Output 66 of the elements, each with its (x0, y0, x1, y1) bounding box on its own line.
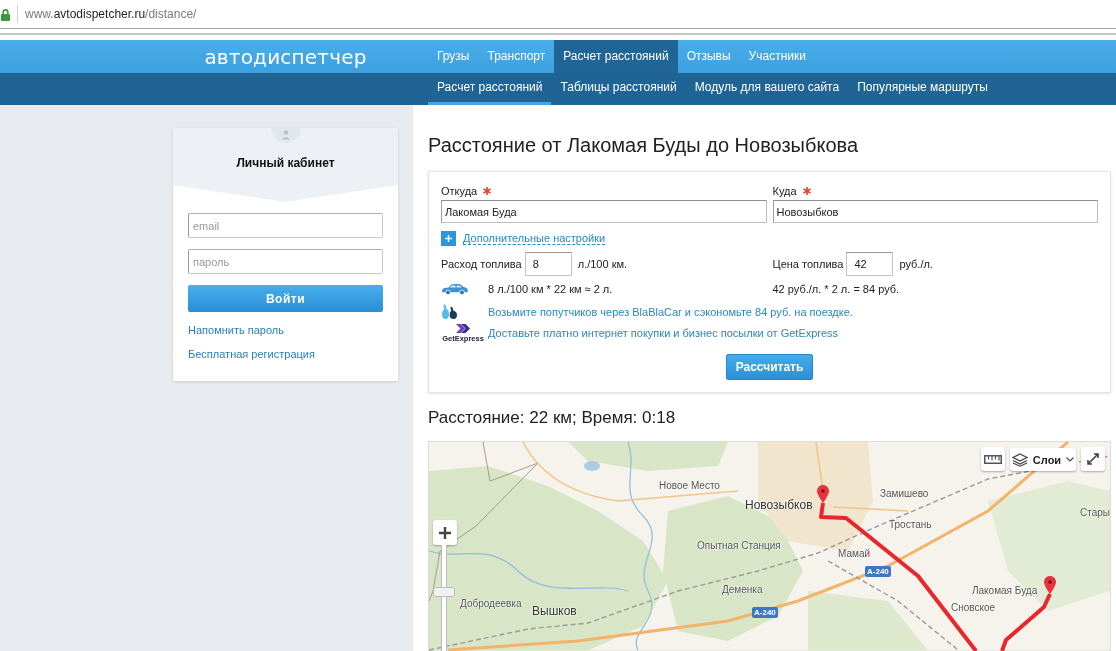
fuel-label: Цена топлива (772, 258, 844, 270)
zoom-in-button[interactable] (433, 520, 457, 545)
from-field[interactable]: Лакомая Буда (441, 200, 767, 223)
map-pin-icon (817, 485, 829, 503)
place-label: Стары (1080, 507, 1110, 519)
car-icon (441, 283, 468, 295)
login-title: Личный кабинет (236, 155, 335, 171)
place-label: Лакомая Буда (972, 585, 1038, 597)
road-sign: А-240 (752, 607, 778, 618)
fuel-price-field[interactable]: 42 (846, 252, 894, 276)
place-label: Тростань (889, 519, 932, 531)
to-field[interactable]: Новозыбков (772, 200, 1098, 223)
layers-icon (1011, 452, 1028, 467)
place-label: Мамай (838, 548, 871, 560)
subnav-tab[interactable]: Таблицы расстояний (551, 73, 686, 105)
login-link[interactable]: Напомнить пароль (188, 323, 383, 337)
two-drops-icon (441, 303, 458, 320)
nav-tab[interactable]: Транспорт (478, 40, 555, 73)
place-label: Опытная Станция (697, 540, 781, 552)
address-url: www.avtodispetcher.ru/distance/ (25, 7, 197, 21)
zoom-slider-thumb[interactable] (433, 587, 455, 598)
password-field[interactable]: пароль (188, 249, 383, 274)
nav-tab[interactable]: Грузы (428, 40, 479, 73)
double-chevron-icon (456, 323, 470, 333)
place-label: Добродеевка (460, 598, 522, 610)
subnav-tab[interactable]: Расчет расстояний (428, 73, 552, 105)
unit-label: л./100 км. (577, 258, 628, 270)
town-label: Вышков (532, 604, 577, 618)
road-sign: А-240 (865, 566, 891, 577)
login-button[interactable]: Войти (188, 285, 383, 312)
town-label: Новозыбков (745, 498, 813, 512)
zoom-slider[interactable] (433, 545, 455, 651)
promo-link[interactable]: Доставьте платно интернет покупки и бизнес посылки от GetExpress (488, 327, 839, 339)
calculation-text: 8 л./100 км * 22 км ≈ 2 л. (488, 283, 613, 295)
layers-button[interactable]: Слои (1010, 448, 1076, 471)
fullscreen-icon (1087, 453, 1099, 465)
nav-tab[interactable]: Участники (739, 40, 815, 73)
fullscreen-button[interactable] (1081, 447, 1105, 471)
email-field[interactable]: email (188, 213, 383, 238)
place-label: Сновское (951, 602, 996, 614)
field-label: Куда (772, 184, 797, 199)
map-pin-icon (1044, 576, 1056, 594)
site-logo[interactable]: автодиспетчер (204, 44, 367, 69)
calculate-button[interactable]: Рассчитать (726, 354, 813, 380)
plus-icon (439, 526, 451, 539)
login-link[interactable]: Бесплатная регистрация (188, 347, 383, 361)
nav-tab[interactable]: Расчет расстояний (554, 40, 678, 73)
plus-icon[interactable] (441, 231, 456, 246)
ruler-button[interactable] (981, 447, 1005, 471)
calculation-text: 42 руб./л. * 2 л. = 84 руб. (772, 283, 900, 295)
fuel-label: Расход топлива (441, 258, 522, 270)
subnav-tab[interactable]: Популярные маршруты (848, 73, 997, 105)
subnav-tab[interactable]: Модуль для вашего сайта (685, 73, 849, 105)
route-summary: Расстояние: 22 км; Время: 0:18 (428, 407, 677, 429)
ruler-icon (984, 454, 1002, 464)
page-title: Расстояние от Лакомая Буды до Новозыбкова (428, 133, 860, 157)
place-label: Замишево (880, 488, 929, 500)
place-label: Деменка (722, 584, 763, 596)
extra-settings-link[interactable]: Дополнительные настройки (463, 232, 606, 245)
field-label: Откуда (441, 184, 478, 199)
caret-icon (1066, 457, 1075, 462)
nav-tab[interactable]: Отзывы (677, 40, 740, 73)
place-label: Новое Место (659, 480, 720, 492)
promo-link[interactable]: Возьмите попутчиков через BlaBlaCar и сэкономьте 84 руб. на поездке. (488, 305, 853, 318)
fuel-consumption-field[interactable]: 8 (524, 252, 572, 276)
unit-label: руб./л. (899, 258, 933, 270)
